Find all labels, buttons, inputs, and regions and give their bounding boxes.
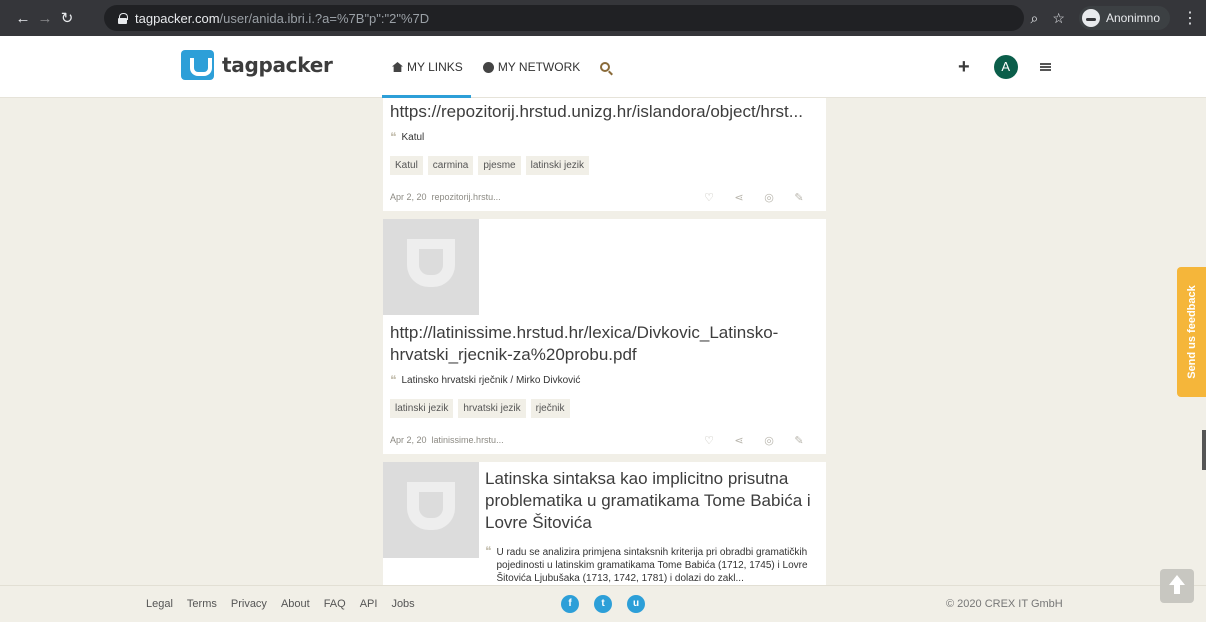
link-feed: https://repozitorij.hrstud.unizg.hr/isla…	[383, 98, 826, 585]
tagpacker-logo-icon	[181, 50, 214, 80]
copyright: © 2020 CREX IT GmbH	[946, 598, 1063, 610]
share-icon[interactable]: ⋖	[724, 191, 754, 204]
lock-icon	[118, 13, 128, 24]
add-icon[interactable]: +	[958, 56, 970, 79]
footer-link-privacy[interactable]: Privacy	[231, 598, 267, 610]
edit-pencil-icon[interactable]: ✎	[784, 434, 814, 447]
link-meta: Apr 2, 20 latinissime.hrstu...	[390, 435, 504, 445]
share-icon[interactable]: ⋖	[724, 434, 754, 447]
logo[interactable]: tagpacker	[181, 50, 333, 80]
link-card[interactable]: https://repozitorij.hrstud.unizg.hr/isla…	[383, 98, 826, 211]
incognito-icon	[1081, 9, 1100, 27]
footer-link-jobs[interactable]: Jobs	[391, 598, 414, 610]
tag[interactable]: latinski jezik	[525, 156, 589, 175]
footer-links: Legal Terms Privacy About FAQ API Jobs	[146, 598, 429, 610]
scrollbar-thumb[interactable]	[1202, 430, 1206, 470]
scroll-to-top-button[interactable]	[1160, 569, 1194, 603]
edit-pencil-icon[interactable]: ✎	[784, 191, 814, 204]
star-icon[interactable]: ☆	[1052, 10, 1065, 27]
address-bar[interactable]: tagpacker.com/user/anida.ibri.i.?a=%7B"p…	[104, 5, 1024, 31]
social-links: f t u	[561, 595, 660, 613]
tag-list: latinski jezik hrvatski jezik rječnik	[390, 399, 575, 418]
tag[interactable]: hrvatski jezik	[458, 399, 526, 418]
profile-button[interactable]: Anonimno	[1078, 6, 1170, 30]
link-card[interactable]: http://latinissime.hrstud.hr/lexica/Divk…	[383, 219, 826, 454]
link-meta: Apr 2, 20 repozitorij.hrstu...	[390, 192, 501, 202]
facebook-icon[interactable]: f	[561, 595, 579, 613]
link-card[interactable]: Latinska sintaksa kao implicitno prisutn…	[383, 462, 826, 585]
tagpacker-icon[interactable]: u	[627, 595, 645, 613]
url-text: tagpacker.com/user/anida.ibri.i.?a=%7B"p…	[135, 10, 430, 26]
forward-arrow-icon[interactable]: →	[34, 10, 56, 27]
footer-link-legal[interactable]: Legal	[146, 598, 173, 610]
footer-link-about[interactable]: About	[281, 598, 310, 610]
nav-search[interactable]	[600, 36, 611, 98]
card-actions: ♡ ⋖ ◎ ✎	[694, 191, 814, 204]
browser-menu-icon[interactable]: ⋮	[1182, 8, 1198, 28]
card-actions: ♡ ⋖ ◎ ✎	[694, 434, 814, 447]
app-header: tagpacker MY LINKS MY NETWORK + A	[0, 36, 1206, 98]
tag-list: Katul carmina pjesme latinski jezik	[390, 156, 594, 175]
link-thumbnail[interactable]	[383, 219, 479, 315]
main-nav: MY LINKS MY NETWORK	[382, 36, 630, 98]
link-quote: ❝ Latinsko hrvatski rječnik / Mirko Divk…	[390, 373, 581, 387]
quote-icon: ❝	[390, 130, 397, 144]
footer-link-api[interactable]: API	[360, 598, 378, 610]
globe-icon[interactable]: ◎	[754, 191, 784, 204]
tag[interactable]: rječnik	[530, 399, 570, 418]
nav-my-links[interactable]: MY LINKS	[382, 36, 471, 98]
tag[interactable]: latinski jezik	[390, 399, 454, 418]
tag[interactable]: carmina	[427, 156, 474, 175]
twitter-icon[interactable]: t	[594, 595, 612, 613]
avatar[interactable]: A	[993, 55, 1018, 79]
tag[interactable]: Katul	[390, 156, 423, 175]
back-arrow-icon[interactable]: ←	[12, 10, 34, 27]
feedback-tab[interactable]: Send us feedback	[1177, 267, 1206, 397]
reload-icon[interactable]: ↻	[56, 9, 78, 27]
link-title[interactable]: http://latinissime.hrstud.hr/lexica/Divk…	[390, 322, 820, 366]
home-icon	[392, 62, 403, 72]
search-icon	[600, 62, 611, 72]
placeholder-logo-icon	[407, 482, 455, 530]
heart-icon[interactable]: ♡	[694, 434, 724, 447]
footer-link-faq[interactable]: FAQ	[324, 598, 346, 610]
link-quote: ❝ Katul	[390, 130, 425, 144]
hamburger-menu-icon[interactable]	[1039, 63, 1051, 71]
heart-icon[interactable]: ♡	[694, 191, 724, 204]
quote-icon: ❝	[485, 544, 492, 558]
quote-icon: ❝	[390, 373, 397, 387]
link-quote: ❝ U radu se analizira primjena sintaksni…	[485, 544, 808, 584]
globe-icon	[482, 61, 494, 73]
link-thumbnail[interactable]	[383, 462, 479, 558]
placeholder-logo-icon	[407, 239, 455, 287]
page-footer: Legal Terms Privacy About FAQ API Jobs f…	[0, 585, 1206, 622]
zoom-icon[interactable]: ⌕	[1031, 10, 1039, 27]
globe-icon[interactable]: ◎	[754, 434, 784, 447]
browser-toolbar: ← → ↻ tagpacker.com/user/anida.ibri.i.?a…	[0, 0, 1206, 36]
tag[interactable]: pjesme	[478, 156, 521, 175]
link-title[interactable]: Latinska sintaksa kao implicitno prisutn…	[485, 468, 820, 534]
nav-my-network[interactable]: MY NETWORK	[482, 36, 580, 98]
footer-link-terms[interactable]: Terms	[187, 598, 217, 610]
link-title[interactable]: https://repozitorij.hrstud.unizg.hr/isla…	[390, 101, 820, 123]
